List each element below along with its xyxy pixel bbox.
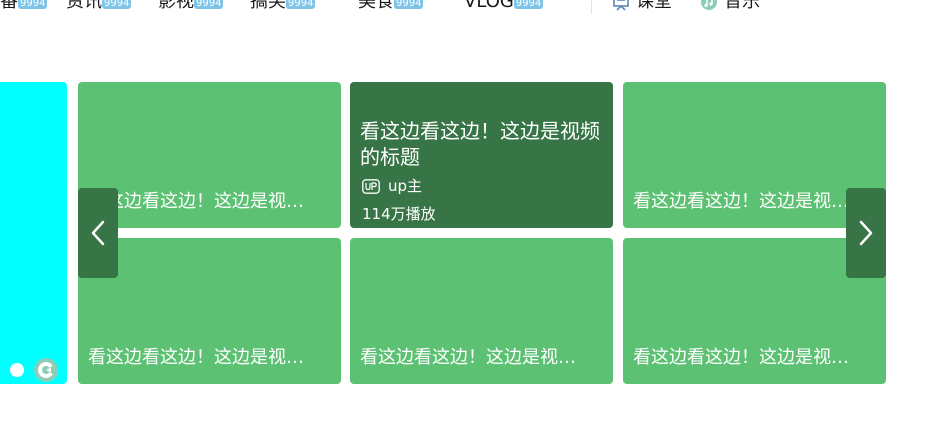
next-button[interactable] <box>846 188 886 278</box>
nav-divider <box>591 0 592 14</box>
nav-count-badge: 9994 <box>513 0 544 9</box>
nav-label: 番 <box>0 0 18 12</box>
nav-count-badge: 9994 <box>394 0 424 9</box>
uploader-name: up主 <box>388 177 423 195</box>
nav-label: 资讯 <box>66 0 102 12</box>
nav-link-label: 音乐 <box>724 0 760 12</box>
chevron-left-icon <box>91 220 105 246</box>
nav-item-vlog[interactable]: VLOG 9994 <box>464 0 544 16</box>
nav-label: 美食 <box>358 0 394 12</box>
nav-link-label: 课堂 <box>636 0 672 12</box>
video-card[interactable]: 看这边看这边！这边是视频的标题 <box>350 238 613 384</box>
up-badge-icon <box>362 179 380 194</box>
nav-item-food[interactable]: 美食 9994 <box>358 0 424 16</box>
nav-item-film[interactable]: 影视 9994 <box>158 0 224 16</box>
prev-button[interactable] <box>78 188 118 278</box>
video-card-title: 看这边看这边！这边是视频的标题 <box>633 191 860 212</box>
nav-label: VLOG <box>464 0 514 12</box>
pacman-icon <box>34 358 58 382</box>
uploader[interactable]: up主 <box>362 176 422 196</box>
video-card-title: 看这边看这边！这边是视频的标题 <box>633 347 860 368</box>
carousel-indicator-dot[interactable] <box>10 363 24 377</box>
nav-link-music[interactable]: 音乐 <box>700 0 760 16</box>
nav-item-funny[interactable]: 搞笑 9994 <box>250 0 316 16</box>
nav-count-badge: 9994 <box>194 0 224 9</box>
music-icon <box>701 0 717 10</box>
video-card-title: 看这边看这边！这边是视频的标题 <box>88 347 315 368</box>
nav-label: 搞笑 <box>250 0 286 12</box>
nav-item-fan[interactable]: 番 9994 <box>0 0 48 16</box>
nav-label: 影视 <box>158 0 194 12</box>
classroom-icon <box>613 0 629 11</box>
video-card-title: 看这边看这边！这边是视频的标题 <box>88 191 315 212</box>
nav-count-badge: 9994 <box>286 0 316 9</box>
video-card-title: 看这边看这边！这边是视频的标题 <box>360 347 587 368</box>
nav-count-badge: 9994 <box>18 0 48 9</box>
play-count: 114万播放 <box>362 205 436 223</box>
video-card-title: 看这边看这边！这边是视频的标题 <box>360 119 600 169</box>
nav-link-classroom[interactable]: 课堂 <box>612 0 672 16</box>
nav-item-news[interactable]: 资讯 9994 <box>66 0 132 16</box>
banner-carousel[interactable] <box>0 82 67 384</box>
chevron-right-icon <box>859 220 873 246</box>
top-nav: 番 9994 资讯 9994 影视 9994 搞笑 9994 美食 9994 VLOG 99… <box>0 0 942 16</box>
nav-count-badge: 9994 <box>102 0 132 9</box>
video-card-hovered[interactable]: 看这边看这边！这边是视频的标题 up主 114万播放 <box>350 82 613 228</box>
